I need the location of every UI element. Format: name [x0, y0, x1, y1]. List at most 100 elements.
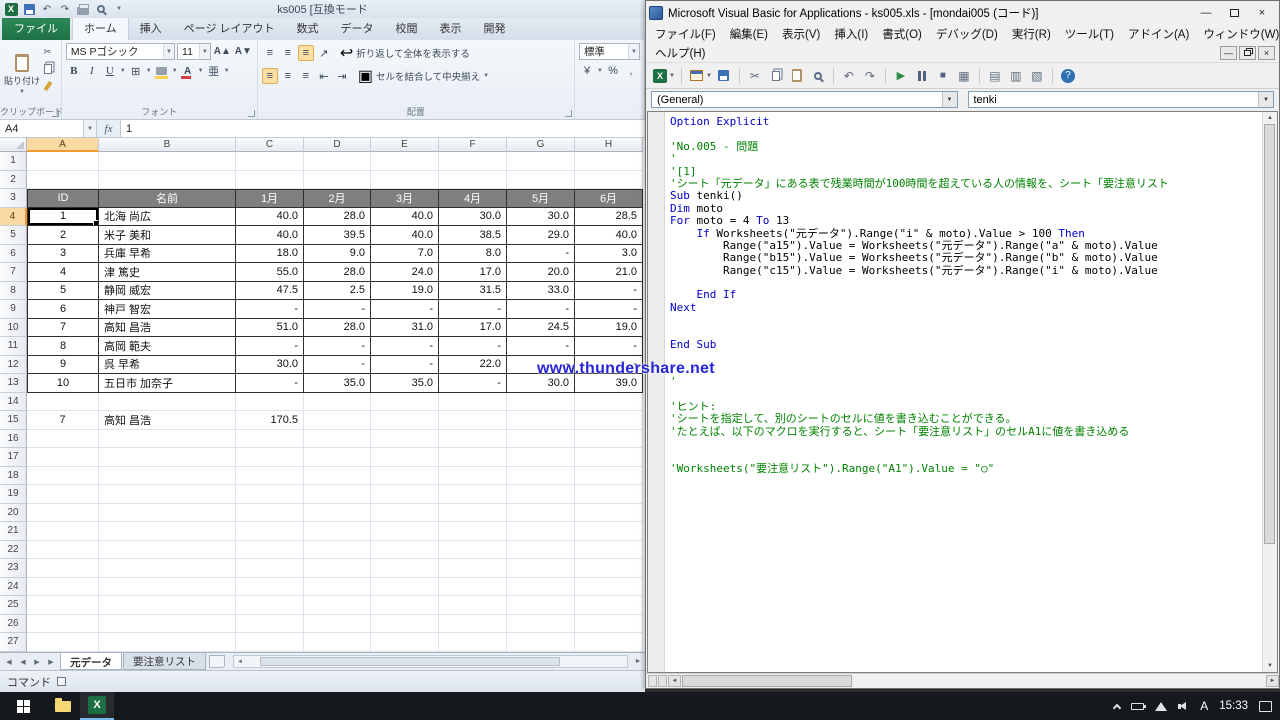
cell-F1[interactable]	[439, 152, 507, 171]
cell-C4[interactable]: 40.0	[236, 208, 304, 227]
row-header-8[interactable]: 8	[0, 282, 27, 301]
format-painter-button[interactable]	[40, 79, 55, 93]
cell-B22[interactable]	[99, 541, 236, 560]
row-header-24[interactable]: 24	[0, 578, 27, 597]
cell-B6[interactable]: 兵庫 早希	[99, 245, 236, 264]
cell-B23[interactable]	[99, 559, 236, 578]
borders-button[interactable]: ⊞	[128, 63, 144, 79]
cell-B19[interactable]	[99, 485, 236, 504]
cell-F8[interactable]: 31.5	[439, 282, 507, 301]
cell-G24[interactable]	[507, 578, 575, 597]
column-header-G[interactable]: G	[507, 138, 575, 152]
alignment-dialog-launcher[interactable]	[565, 110, 572, 117]
cell-A4[interactable]: 1	[27, 208, 99, 227]
cell-A21[interactable]	[27, 522, 99, 541]
sheet-tab-元データ[interactable]: 元データ	[60, 653, 122, 670]
row-header-14[interactable]: 14	[0, 393, 27, 412]
horizontal-scroll-thumb[interactable]	[260, 657, 560, 666]
cell-D11[interactable]: -	[304, 337, 371, 356]
cell-D26[interactable]	[304, 615, 371, 634]
cell-C16[interactable]	[236, 430, 304, 449]
cell-H21[interactable]	[575, 522, 643, 541]
menu-ツール(T)[interactable]: ツール(T)	[1058, 24, 1121, 44]
cell-B5[interactable]: 米子 美和	[99, 226, 236, 245]
cell-E9[interactable]: -	[371, 300, 439, 319]
run-macro-button[interactable]: ▶	[892, 67, 910, 85]
cell-D15[interactable]	[304, 411, 371, 430]
cell-H26[interactable]	[575, 615, 643, 634]
cell-D2[interactable]	[304, 171, 371, 190]
cell-D3[interactable]: 2月	[304, 189, 371, 208]
row-header-10[interactable]: 10	[0, 319, 27, 338]
cell-A23[interactable]	[27, 559, 99, 578]
cell-E20[interactable]	[371, 504, 439, 523]
cell-F7[interactable]: 17.0	[439, 263, 507, 282]
cell-C15[interactable]: 170.5	[236, 411, 304, 430]
cell-F13[interactable]: -	[439, 374, 507, 393]
currency-dropdown-icon[interactable]: ▼	[597, 68, 603, 74]
cell-G22[interactable]	[507, 541, 575, 560]
cell-E22[interactable]	[371, 541, 439, 560]
cell-G7[interactable]: 20.0	[507, 263, 575, 282]
align-top-button[interactable]: ≡	[262, 45, 278, 61]
cell-C2[interactable]	[236, 171, 304, 190]
cell-B9[interactable]: 神戸 智宏	[99, 300, 236, 319]
print-button[interactable]	[76, 2, 90, 16]
column-header-A[interactable]: A	[27, 138, 99, 152]
first-sheet-button[interactable]: ◀	[2, 655, 16, 669]
cell-F22[interactable]	[439, 541, 507, 560]
cell-D21[interactable]	[304, 522, 371, 541]
scroll-left-icon[interactable]: ◄	[668, 675, 681, 687]
cell-A25[interactable]	[27, 596, 99, 615]
cell-F26[interactable]	[439, 615, 507, 634]
vertical-scroll-thumb[interactable]	[1264, 124, 1275, 544]
cell-E1[interactable]	[371, 152, 439, 171]
cell-E26[interactable]	[371, 615, 439, 634]
view-excel-dropdown-icon[interactable]: ▼	[669, 73, 675, 79]
cell-B18[interactable]	[99, 467, 236, 486]
menu-ファイル(F)[interactable]: ファイル(F)	[648, 24, 723, 44]
split-handle[interactable]	[658, 675, 667, 687]
procedure-dropdown-icon[interactable]: ▼	[1258, 92, 1273, 107]
formula-input[interactable]: 1	[121, 120, 645, 137]
cell-A9[interactable]: 6	[27, 300, 99, 319]
cell-D4[interactable]: 28.0	[304, 208, 371, 227]
cell-A14[interactable]	[27, 393, 99, 412]
cell-F27[interactable]	[439, 633, 507, 652]
fill-color-dropdown-icon[interactable]: ▼	[172, 68, 178, 74]
cell-C5[interactable]: 40.0	[236, 226, 304, 245]
cell-C11[interactable]: -	[236, 337, 304, 356]
scroll-right-icon[interactable]: ►	[1266, 675, 1279, 687]
menu-ヘルプ(H)[interactable]: ヘルプ(H)	[648, 43, 712, 63]
cell-C25[interactable]	[236, 596, 304, 615]
cell-H18[interactable]	[575, 467, 643, 486]
cell-C3[interactable]: 1月	[236, 189, 304, 208]
cell-A22[interactable]	[27, 541, 99, 560]
cell-B13[interactable]: 五日市 加奈子	[99, 374, 236, 393]
cell-H14[interactable]	[575, 393, 643, 412]
save-button[interactable]	[22, 2, 36, 16]
grow-font-button[interactable]: A▲	[213, 44, 232, 60]
menu-書式(O)[interactable]: 書式(O)	[875, 24, 929, 44]
cell-C8[interactable]: 47.5	[236, 282, 304, 301]
code-window-restore-button[interactable]	[1239, 46, 1256, 60]
cell-F11[interactable]: -	[439, 337, 507, 356]
ime-mode-indicator[interactable]: A	[1200, 699, 1208, 713]
row-header-2[interactable]: 2	[0, 171, 27, 190]
cell-H11[interactable]: -	[575, 337, 643, 356]
scroll-right-icon[interactable]: ►	[631, 655, 645, 669]
sheet-tab-要注意リスト[interactable]: 要注意リスト	[123, 653, 206, 670]
font-name-combo[interactable]: MS Pゴシック ▼	[66, 43, 175, 60]
paste-button-vba[interactable]	[788, 67, 806, 85]
cell-B24[interactable]	[99, 578, 236, 597]
wrap-text-button[interactable]: ↩ 折り返して全体を表示する	[340, 43, 470, 63]
cell-E5[interactable]: 40.0	[371, 226, 439, 245]
cell-C13[interactable]: -	[236, 374, 304, 393]
code-horizontal-scrollbar[interactable]: ◄ ►	[646, 673, 1279, 688]
ribbon-tab-校閲[interactable]: 校閲	[385, 17, 429, 40]
row-header-7[interactable]: 7	[0, 263, 27, 282]
cell-F23[interactable]	[439, 559, 507, 578]
cell-F21[interactable]	[439, 522, 507, 541]
row-header-22[interactable]: 22	[0, 541, 27, 560]
copy-button[interactable]	[40, 62, 55, 76]
